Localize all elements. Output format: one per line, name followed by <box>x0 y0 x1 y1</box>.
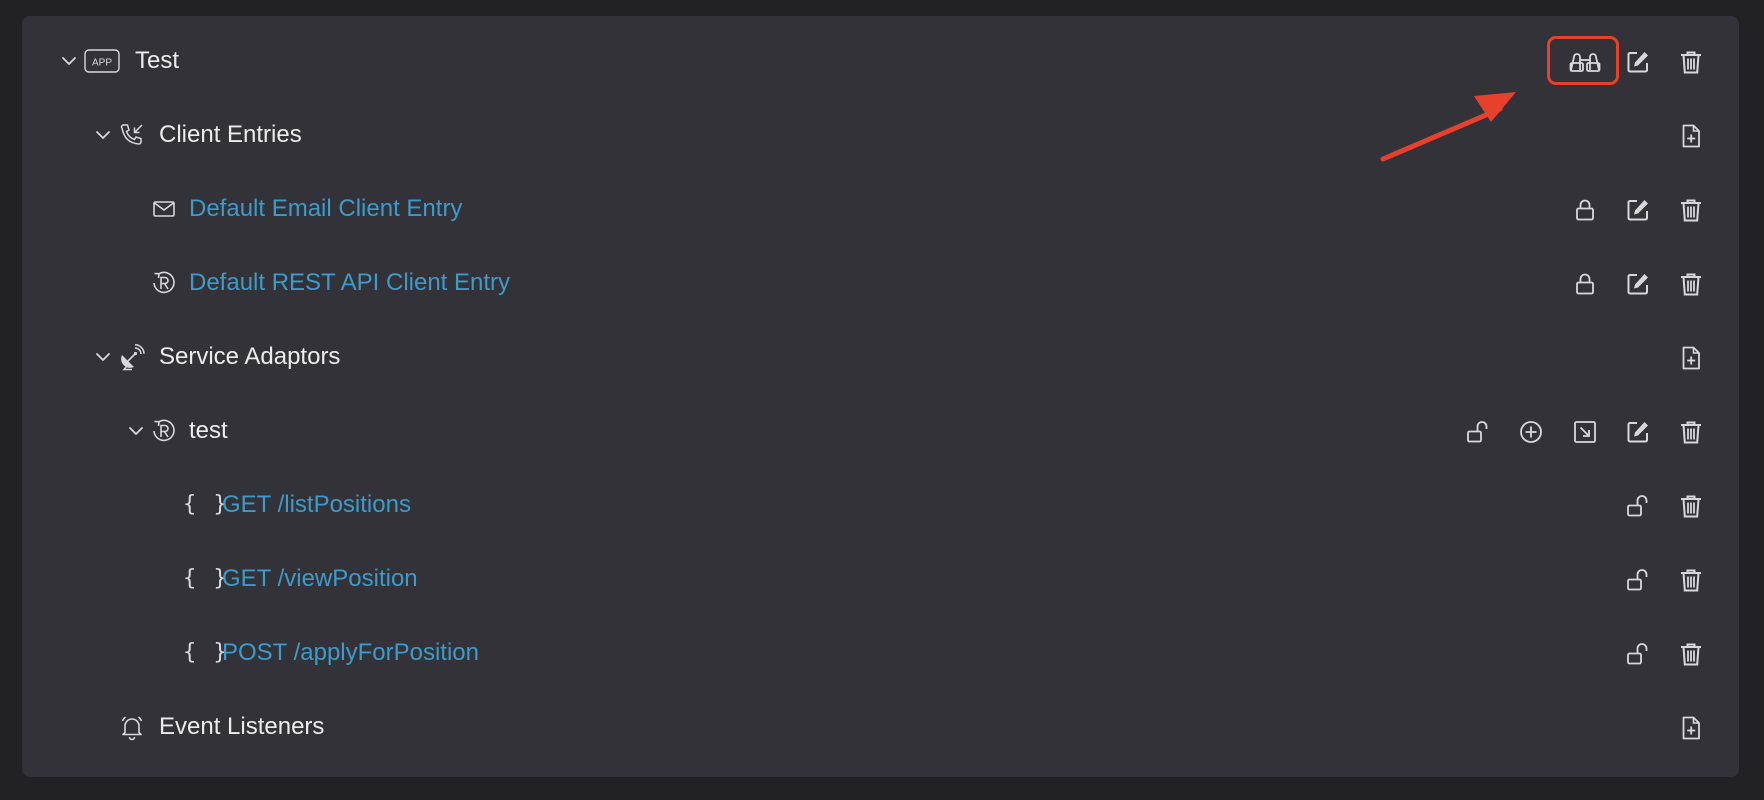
tree-row-app[interactable]: APP Test <box>22 24 1739 98</box>
trash-icon[interactable] <box>1675 490 1707 522</box>
import-arrow-icon[interactable] <box>1569 416 1601 448</box>
add-file-icon[interactable] <box>1675 712 1707 744</box>
edit-icon[interactable] <box>1622 46 1654 78</box>
unlock-icon[interactable] <box>1622 564 1654 596</box>
lock-icon[interactable] <box>1569 268 1601 300</box>
edit-icon[interactable] <box>1622 194 1654 226</box>
add-file-icon[interactable] <box>1675 120 1707 152</box>
trash-icon[interactable] <box>1675 46 1707 78</box>
binoculars-icon[interactable] <box>1567 46 1603 78</box>
tree-row-operation[interactable]: { } GET /viewPosition <box>22 542 1739 616</box>
add-circle-icon[interactable] <box>1515 416 1547 448</box>
trash-icon[interactable] <box>1675 194 1707 226</box>
tree-row-client-entries[interactable]: Client Entries <box>22 98 1739 172</box>
tree-row-adaptor-test[interactable]: test <box>22 394 1739 468</box>
unlock-icon[interactable] <box>1462 416 1494 448</box>
tree-row-event-listeners[interactable]: Event Listeners <box>22 690 1739 764</box>
unlock-icon[interactable] <box>1622 638 1654 670</box>
edit-icon[interactable] <box>1622 416 1654 448</box>
tree-row-email-client-entry[interactable]: Default Email Client Entry <box>22 172 1739 246</box>
trash-icon[interactable] <box>1675 564 1707 596</box>
tree-row-operation[interactable]: { } GET /listPositions <box>22 468 1739 542</box>
unlock-icon[interactable] <box>1622 490 1654 522</box>
edit-icon[interactable] <box>1622 268 1654 300</box>
tree-row-operation[interactable]: { } POST /applyForPosition <box>22 616 1739 690</box>
tree-row-rest-client-entry[interactable]: Default REST API Client Entry <box>22 246 1739 320</box>
add-file-icon[interactable] <box>1675 342 1707 374</box>
trash-icon[interactable] <box>1675 638 1707 670</box>
trash-icon[interactable] <box>1675 268 1707 300</box>
trash-icon[interactable] <box>1675 416 1707 448</box>
lock-icon[interactable] <box>1569 194 1601 226</box>
tree-row-service-adaptors[interactable]: Service Adaptors <box>22 320 1739 394</box>
resource-tree-panel: APP Test Client Entries Default Email Cl… <box>22 16 1739 777</box>
